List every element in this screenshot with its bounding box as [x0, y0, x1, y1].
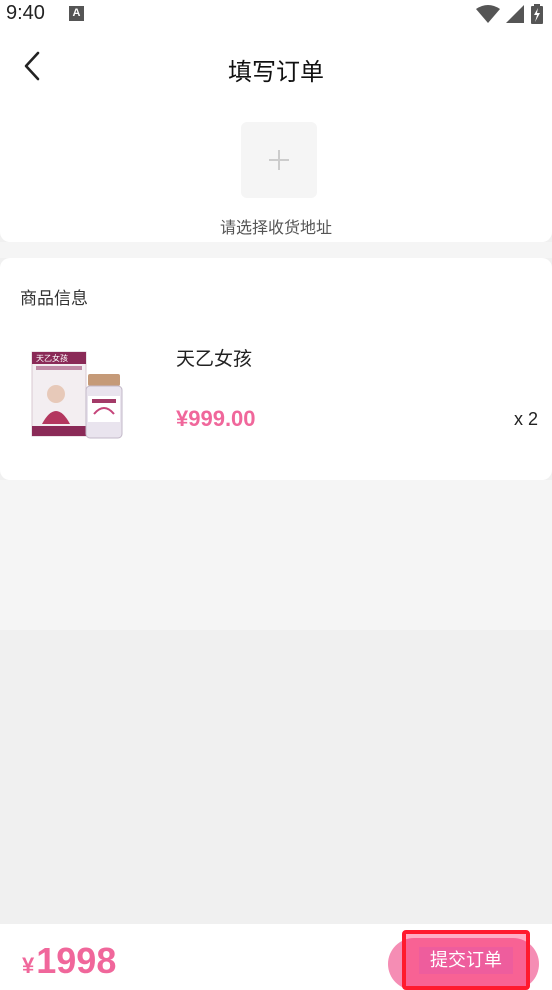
product-price: ¥999.00: [176, 406, 256, 431]
section-title: 商品信息: [20, 289, 88, 309]
currency-symbol: ¥: [22, 953, 35, 978]
section-separator: [0, 242, 552, 258]
submit-order-label[interactable]: 提交订单: [419, 947, 513, 974]
signal-icon: [505, 5, 524, 23]
address-hint[interactable]: 请选择收货地址: [0, 214, 552, 238]
bottom-bar: ¥1998 提交订单: [0, 924, 552, 990]
add-address-button[interactable]: [241, 122, 317, 198]
product-name: 天乙女孩: [176, 348, 253, 370]
nav-bar: 填写订单: [0, 30, 552, 102]
content-area: [0, 480, 552, 630]
notification-a-icon: A: [69, 6, 84, 21]
page-title: 填写订单: [228, 58, 324, 86]
product-image-brand: 天乙女孩: [36, 354, 68, 363]
total-price: ¥1998: [22, 940, 116, 982]
status-time: 9:40: [6, 2, 45, 24]
product-quantity: x 2: [513, 409, 538, 429]
battery-charging-icon: [531, 4, 543, 24]
status-bar: 9:40 A: [0, 0, 552, 30]
total-amount: 1998: [36, 940, 117, 981]
product-card: 商品信息 天乙女孩 天乙女孩 ¥999.00 x 2: [0, 258, 552, 480]
product-image: 天乙女孩: [26, 344, 130, 448]
status-icons: [475, 4, 544, 24]
wifi-icon: [475, 5, 500, 23]
address-card[interactable]: 请选择收货地址: [0, 102, 552, 242]
